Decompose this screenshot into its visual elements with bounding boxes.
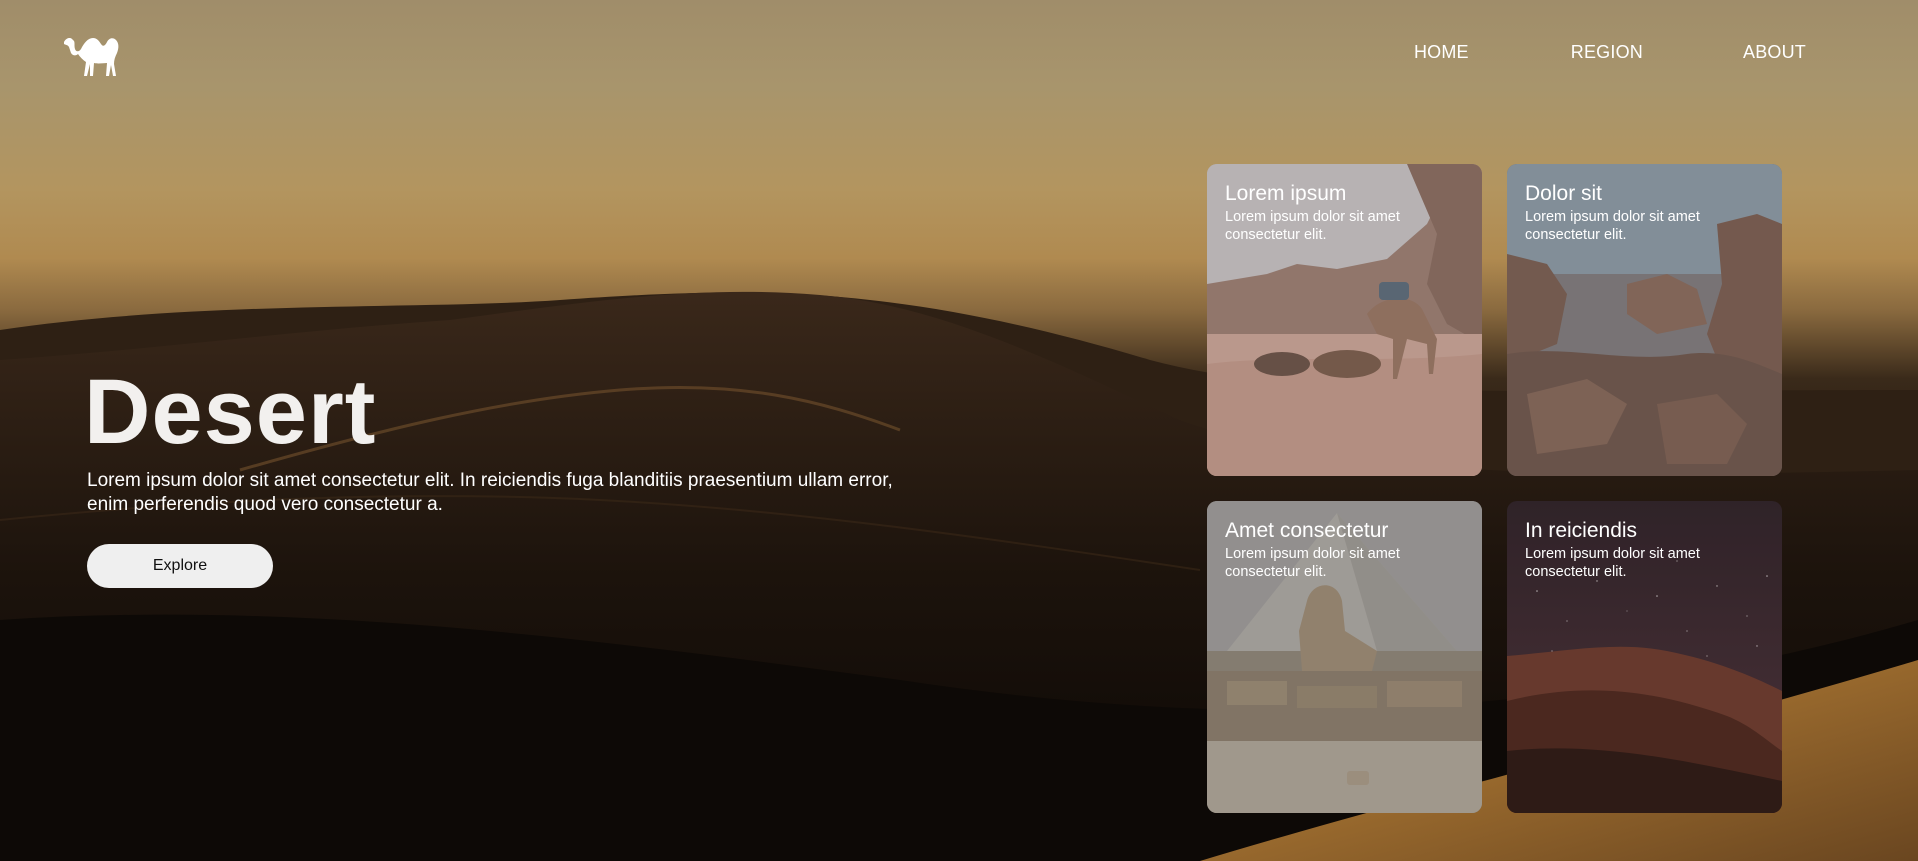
card-title: Amet consectetur [1225,519,1389,542]
card-dolor-sit[interactable]: Dolor sit Lorem ipsum dolor sit amet con… [1507,164,1782,476]
card-in-reiciendis[interactable]: In reiciendis Lorem ipsum dolor sit amet… [1507,501,1782,813]
hero-description: Lorem ipsum dolor sit amet consectetur e… [87,470,893,515]
card-amet-consectetur[interactable]: Amet consectetur Lorem ipsum dolor sit a… [1207,501,1482,813]
card-title: In reiciendis [1525,519,1638,542]
card-text: Lorem ipsum dolor sit amet consectetur e… [1525,546,1700,580]
card-text: Lorem ipsum dolor sit amet consectetur e… [1225,546,1400,580]
nav-about[interactable]: ABOUT [1743,42,1806,63]
desert-landing-page: HOME REGION ABOUT Desert Lorem ipsum dol… [0,0,1918,861]
card-lorem-ipsum[interactable]: Lorem ipsum Lorem ipsum dolor sit amet c… [1207,164,1482,476]
nav-home[interactable]: HOME [1414,42,1469,63]
card-title: Dolor sit [1525,182,1603,205]
explore-button[interactable]: Explore [87,544,273,588]
camel-logo[interactable] [62,32,124,78]
camel-icon [64,38,119,76]
card-text: Lorem ipsum dolor sit amet consectetur e… [1225,209,1400,243]
hero-title: Desert [84,361,377,463]
main-nav: HOME REGION ABOUT [1414,42,1806,63]
card-title: Lorem ipsum [1225,182,1347,205]
card-text: Lorem ipsum dolor sit amet consectetur e… [1525,209,1700,243]
nav-region[interactable]: REGION [1571,42,1643,63]
